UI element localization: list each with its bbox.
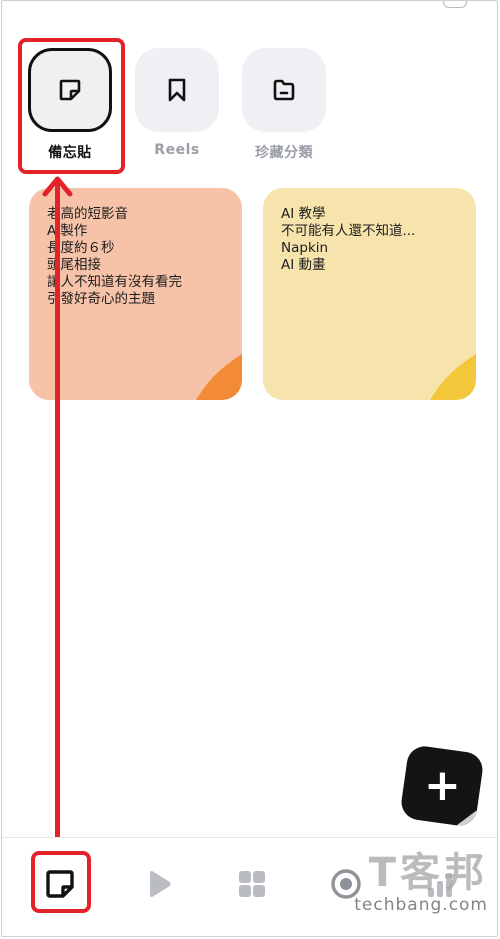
bookmark-icon xyxy=(168,78,186,102)
top-edge-control xyxy=(443,1,467,8)
play-icon xyxy=(150,871,171,897)
category-reels-tile[interactable] xyxy=(135,48,219,132)
folder-icon xyxy=(273,79,295,101)
note-line: 引發好奇心的主題 xyxy=(47,291,155,307)
nav-reels[interactable] xyxy=(138,864,178,904)
highlight-box-nav xyxy=(31,851,91,913)
note-line: AI 動畫 xyxy=(281,257,326,273)
grid-icon xyxy=(239,871,265,897)
note-fold-corner xyxy=(196,354,242,400)
category-reels-label: Reels xyxy=(154,142,200,158)
annotation-arrow-head xyxy=(42,176,73,197)
watermark: T客邦 techbang.com xyxy=(320,851,488,921)
annotation-arrow-line xyxy=(55,179,60,854)
category-collections-label: 珍藏分類 xyxy=(255,145,313,161)
note-line: Napkin xyxy=(281,240,329,256)
note-line: AI 教學 xyxy=(281,206,326,222)
category-collections[interactable]: 珍藏分類 xyxy=(242,48,326,162)
fab-fold-corner xyxy=(456,810,477,828)
category-reels[interactable]: Reels xyxy=(135,48,219,158)
highlight-box-category xyxy=(18,38,125,174)
nav-grid[interactable] xyxy=(232,864,272,904)
note-line: 讓人不知道有沒有看完 xyxy=(47,274,182,290)
note-line: 老高的短影音 xyxy=(47,206,128,222)
app-screen: 備忘貼 Reels 珍藏分類 老高的短影音 AI製作 長度約６秒 頭尾相接 讓人… xyxy=(1,0,498,937)
note-line: AI製作 xyxy=(47,223,88,239)
add-note-button[interactable]: + xyxy=(399,744,485,828)
plus-icon: + xyxy=(423,760,461,811)
sticky-note-card[interactable]: AI 教學 不可能有人還不知道... Napkin AI 動畫 xyxy=(263,188,476,400)
watermark-url: techbang.com xyxy=(354,895,488,915)
note-line: 不可能有人還不知道... xyxy=(281,223,416,239)
sticky-note-card[interactable]: 老高的短影音 AI製作 長度約６秒 頭尾相接 讓人不知道有沒有看完 引發好奇心的… xyxy=(29,188,242,400)
note-fold-corner xyxy=(430,354,476,400)
note-line: 長度約６秒 xyxy=(47,240,115,256)
category-collections-tile[interactable] xyxy=(242,48,326,132)
note-line: 頭尾相接 xyxy=(47,257,101,273)
watermark-logo-text: T客邦 xyxy=(368,850,488,896)
